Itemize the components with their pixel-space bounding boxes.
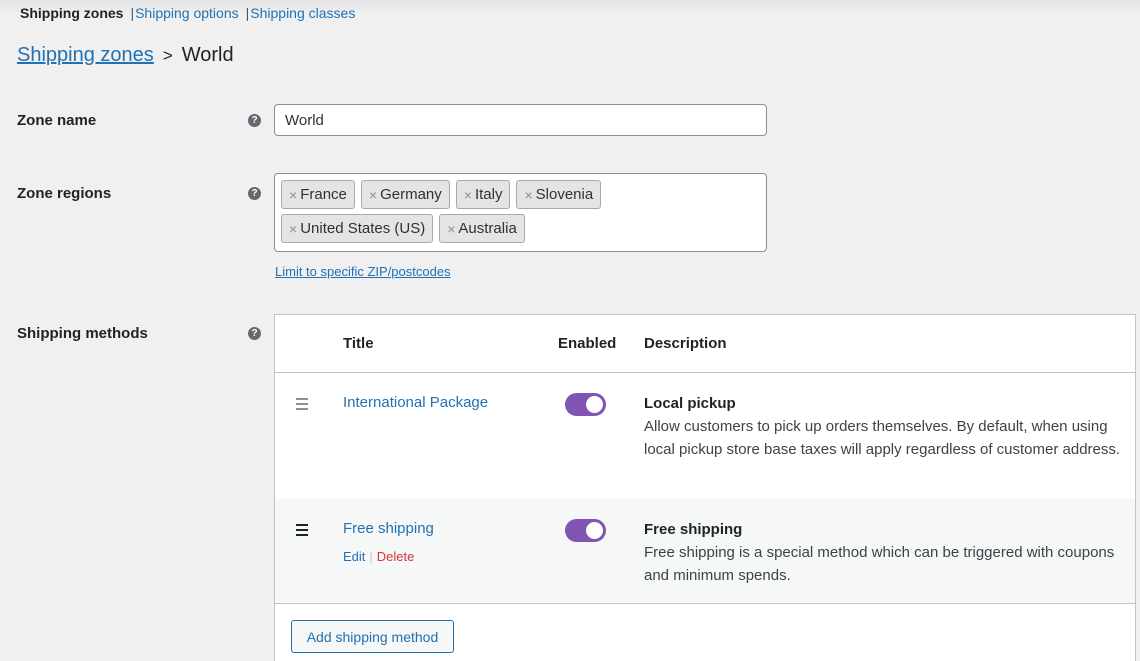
zone-name-input[interactable] — [274, 104, 767, 136]
toggle-knob — [586, 522, 603, 539]
help-icon[interactable]: ? — [248, 187, 261, 200]
breadcrumb: Shipping zones > World — [17, 44, 234, 67]
subnav-separator: | — [130, 5, 135, 21]
table-row: International Package Local pickup Allow… — [275, 373, 1135, 499]
region-chip-label: Germany — [380, 186, 442, 203]
method-description: Free shipping Free shipping is a special… — [644, 518, 1124, 587]
edit-link[interactable]: Edit — [343, 549, 365, 564]
subsubsub-nav: Shipping zones | Shipping options | Ship… — [20, 5, 355, 21]
tab-shipping-zones[interactable]: Shipping zones — [20, 5, 123, 21]
method-description-title: Local pickup — [644, 395, 736, 412]
remove-chip-icon[interactable]: × — [464, 187, 472, 203]
zone-regions-label: Zone regions — [17, 185, 112, 202]
limit-postcodes-link[interactable]: Limit to specific ZIP/postcodes — [275, 264, 451, 279]
column-header-title: Title — [343, 335, 374, 352]
tab-shipping-classes[interactable]: Shipping classes — [250, 5, 355, 21]
method-title-link[interactable]: Free shipping — [343, 520, 434, 537]
drag-handle-icon[interactable] — [296, 524, 308, 536]
region-chip: × United States (US) — [281, 214, 434, 243]
region-chip-label: France — [300, 186, 347, 203]
region-chip-label: Italy — [474, 186, 503, 203]
zone-name-label: Zone name — [17, 112, 97, 129]
shipping-methods-table: Title Enabled Description International … — [274, 314, 1136, 661]
help-icon[interactable]: ? — [248, 327, 261, 340]
remove-chip-icon[interactable]: × — [289, 187, 297, 203]
tab-shipping-options[interactable]: Shipping options — [135, 5, 239, 21]
column-header-description: Description — [644, 335, 727, 352]
delete-link[interactable]: Delete — [377, 549, 415, 564]
region-chip-label: Australia — [458, 220, 517, 237]
breadcrumb-separator: > — [162, 45, 173, 65]
method-description-text: Allow customers to pick up orders themse… — [644, 418, 1121, 458]
help-icon[interactable]: ? — [248, 114, 261, 127]
region-chip-label: United States (US) — [300, 220, 426, 237]
method-description-text: Free shipping is a special method which … — [644, 544, 1115, 584]
region-chip-label: Slovenia — [535, 186, 594, 203]
toggle-knob — [586, 396, 603, 413]
remove-chip-icon[interactable]: × — [369, 187, 377, 203]
add-shipping-method-button[interactable]: Add shipping method — [291, 620, 454, 653]
method-description-title: Free shipping — [644, 521, 743, 538]
zone-regions-select[interactable]: × France × Germany × Italy × Slovenia × Unite… — [274, 173, 767, 252]
remove-chip-icon[interactable]: × — [524, 187, 532, 203]
row-actions: Edit | Delete — [343, 549, 414, 564]
enabled-toggle[interactable] — [565, 393, 606, 416]
remove-chip-icon[interactable]: × — [289, 221, 297, 237]
method-title-link[interactable]: International Package — [343, 394, 488, 411]
region-chips: × France × Germany × Italy × Slovenia × Unite… — [281, 180, 721, 243]
table-row: Free shipping Edit | Delete Free shipping … — [275, 499, 1135, 603]
footer-divider — [275, 603, 1135, 604]
remove-chip-icon[interactable]: × — [447, 221, 455, 237]
page-title: World — [181, 44, 234, 66]
enabled-toggle[interactable] — [565, 519, 606, 542]
column-header-enabled: Enabled — [558, 335, 617, 352]
subnav-separator: | — [245, 5, 250, 21]
region-chip: × Italy — [455, 180, 511, 209]
method-description: Local pickup Allow customers to pick up … — [644, 392, 1124, 461]
region-chip: × Slovenia — [516, 180, 602, 209]
breadcrumb-shipping-zones-link[interactable]: Shipping zones — [17, 44, 154, 67]
action-separator: | — [369, 549, 373, 564]
region-chip: × Australia — [439, 214, 525, 243]
region-chip: × France — [281, 180, 355, 209]
shipping-methods-label: Shipping methods — [17, 325, 148, 342]
region-chip: × Germany — [360, 180, 450, 209]
drag-handle-icon[interactable] — [296, 398, 308, 410]
